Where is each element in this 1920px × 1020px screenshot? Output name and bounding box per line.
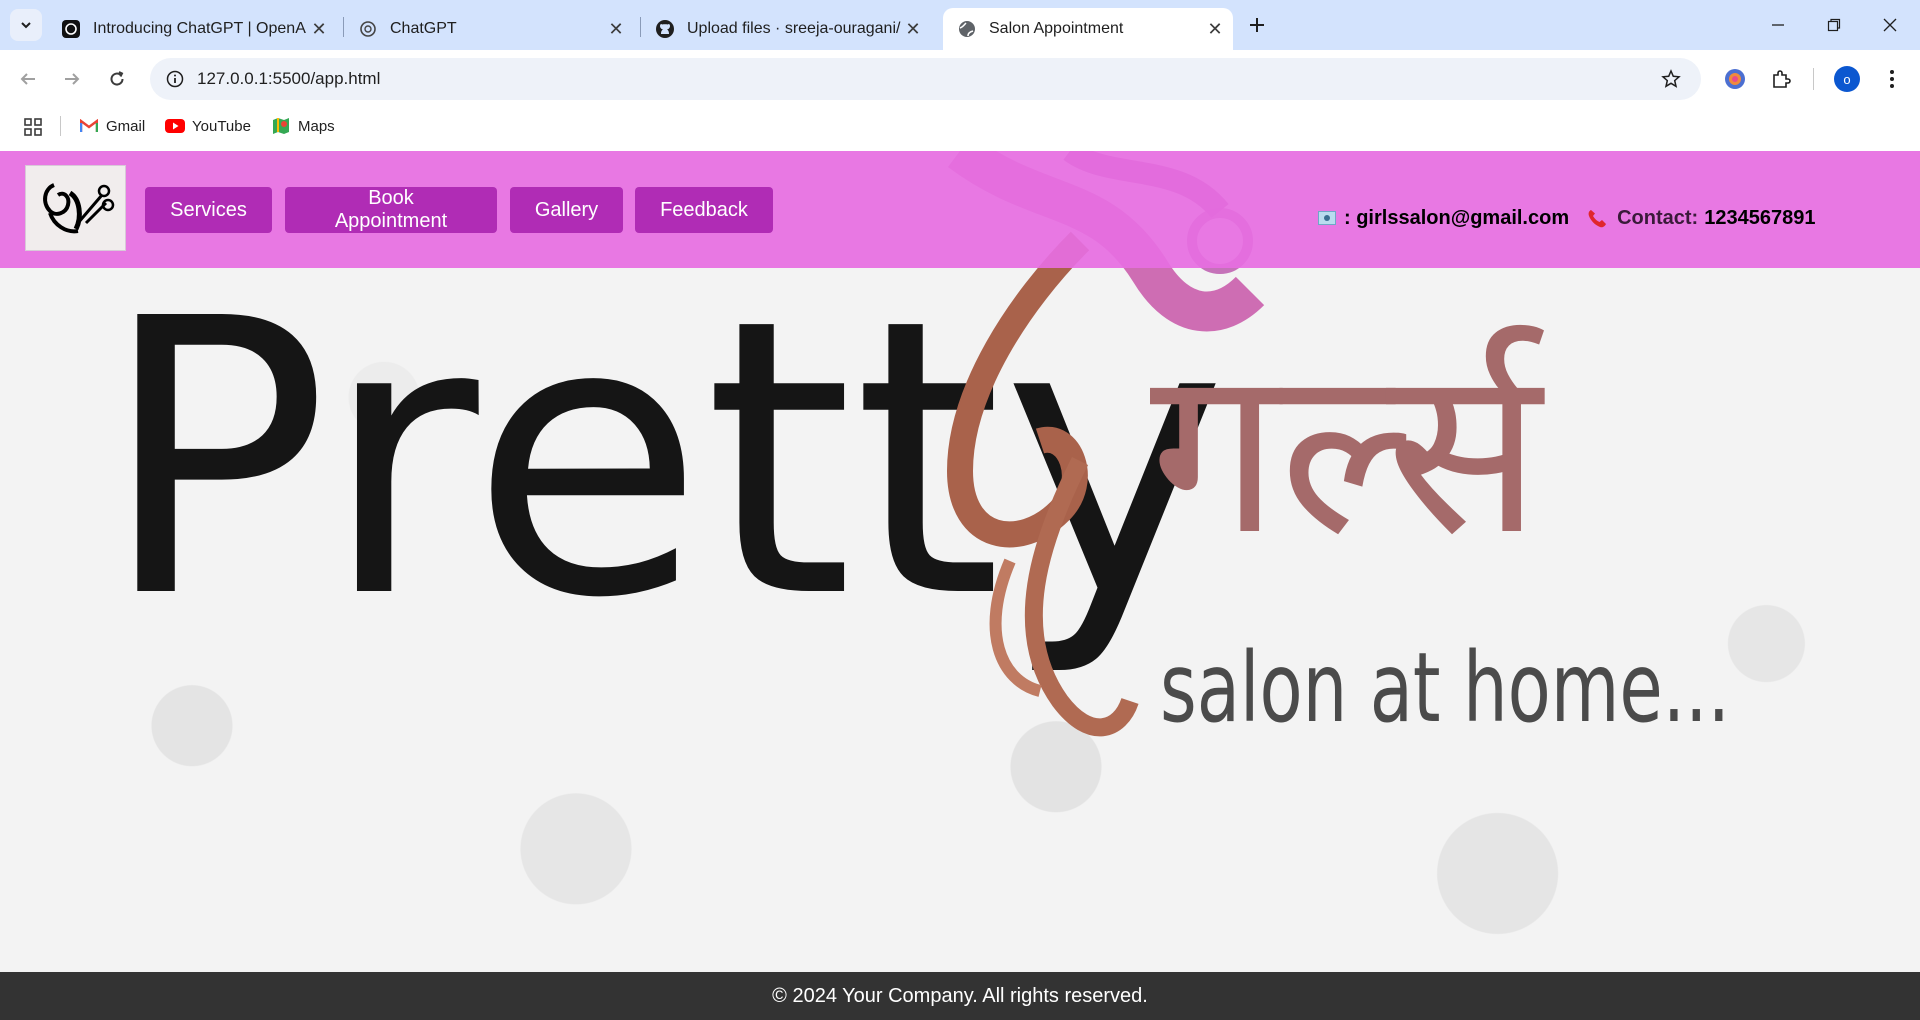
forward-button[interactable]: [56, 63, 88, 95]
maps-icon: [271, 116, 291, 136]
restore-icon: [1827, 18, 1841, 32]
close-icon[interactable]: ✕: [1203, 17, 1227, 41]
apps-grid-icon[interactable]: [22, 116, 44, 138]
hero-logo: Pretty गर्ल्स salon at home...: [100, 231, 1730, 744]
bookmark-youtube[interactable]: YouTube: [165, 114, 251, 138]
minimize-icon: [1772, 24, 1784, 26]
info-icon[interactable]: [163, 67, 187, 91]
openai-icon: [358, 19, 378, 39]
bookmark-star-icon[interactable]: [1659, 67, 1683, 91]
book-appointment-button[interactable]: Book Appointment: [285, 187, 497, 233]
hero-brand-devanagari: गर्ल्स: [1150, 319, 1545, 586]
menu-kebab-icon[interactable]: [1877, 64, 1907, 94]
bookmarks-divider: [60, 116, 61, 136]
profile-avatar[interactable]: o: [1834, 66, 1860, 92]
phone-icon: [1588, 210, 1607, 228]
tab-title: ChatGPT: [390, 20, 457, 37]
gmail-icon: [79, 116, 99, 136]
bookmark-label: Gmail: [106, 117, 146, 135]
new-tab-button[interactable]: [1243, 11, 1271, 39]
salon-logo-icon: [42, 183, 114, 234]
close-icon: [1883, 18, 1897, 32]
toolbar-divider: [1813, 68, 1814, 90]
minimize-button[interactable]: [1750, 0, 1806, 50]
site-header: Services Book Appointment Gallery Feedba…: [0, 151, 1920, 268]
bookmark-gmail[interactable]: Gmail: [79, 114, 145, 138]
hero-tagline: salon at home...: [1160, 632, 1730, 744]
tab-title: Introducing ChatGPT | OpenAI: [93, 20, 307, 37]
youtube-icon: [165, 116, 185, 136]
restore-button[interactable]: [1806, 0, 1862, 50]
gallery-button[interactable]: Gallery: [510, 187, 623, 233]
bookmark-label: YouTube: [192, 117, 251, 135]
footer-copyright: © 2024 Your Company. All rights reserved…: [772, 984, 1148, 1007]
url-text[interactable]: 127.0.0.1:5500/app.html: [197, 69, 380, 89]
services-button[interactable]: Services: [145, 187, 272, 233]
github-icon: [655, 19, 675, 39]
tab-upload-files[interactable]: Upload files · sreeja-ouragani/g ✕: [641, 8, 931, 50]
tab-title: Upload files · sreeja-ouragani/g: [687, 20, 901, 37]
openai-icon: [61, 19, 81, 39]
back-button[interactable]: [12, 63, 44, 95]
bookmark-maps[interactable]: Maps: [271, 114, 335, 138]
tab-search-button[interactable]: [10, 9, 42, 41]
phone-number: 1234567891: [1704, 206, 1816, 229]
salon-logo[interactable]: [25, 165, 126, 251]
bookmark-label: Maps: [298, 117, 335, 135]
extension-colorful-icon[interactable]: [1720, 64, 1750, 94]
tab-title: Salon Appointment: [989, 20, 1124, 37]
tab-chatgpt[interactable]: ChatGPT ✕: [344, 8, 634, 50]
contact-info: : girlssalon@gmail.com Contact: 12345678…: [1318, 203, 1815, 233]
contact-label: Contact:: [1617, 206, 1699, 229]
chevron-down-icon: [21, 22, 31, 29]
address-bar[interactable]: 127.0.0.1:5500/app.html: [150, 58, 1701, 100]
arrow-left-icon: [20, 73, 35, 85]
tab-salon-appointment[interactable]: Salon Appointment ✕: [943, 8, 1233, 50]
close-icon[interactable]: ✕: [604, 17, 628, 41]
arrow-right-icon: [65, 73, 80, 85]
close-window-button[interactable]: [1862, 0, 1918, 50]
globe-icon: [957, 19, 977, 39]
plus-icon: [1250, 18, 1264, 32]
reload-button[interactable]: [101, 63, 133, 95]
close-icon[interactable]: ✕: [307, 17, 331, 41]
reload-icon: [110, 71, 124, 86]
feedback-button[interactable]: Feedback: [635, 187, 773, 233]
email-text: : girlssalon@gmail.com: [1344, 206, 1570, 229]
page-viewport: Pretty गर्ल्स salon at home... Services …: [0, 151, 1920, 1020]
site-footer: © 2024 Your Company. All rights reserved…: [0, 972, 1920, 1020]
extensions-puzzle-icon[interactable]: [1766, 64, 1796, 94]
close-icon[interactable]: ✕: [901, 17, 925, 41]
tab-introducing-chatgpt[interactable]: Introducing ChatGPT | OpenAI ✕: [47, 8, 337, 50]
email-icon: [1318, 211, 1336, 225]
